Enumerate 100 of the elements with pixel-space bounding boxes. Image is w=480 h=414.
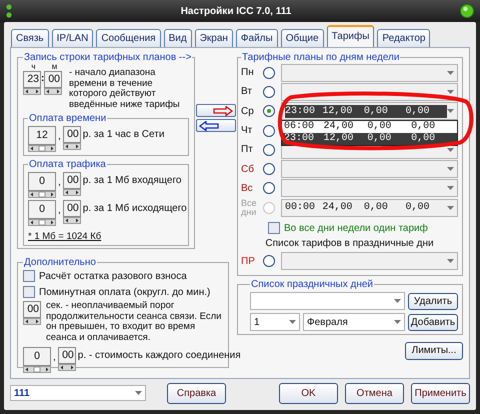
spin-arrows-icon [62,143,81,150]
move-left-button[interactable] [196,119,236,132]
radio-button[interactable] [263,124,275,137]
group-title: Список праздничных дней [250,279,374,290]
spin-arrows-icon [44,88,62,95]
group-title: Дополнительно [23,257,97,268]
hours-field[interactable]: 23 [23,71,41,88]
day-label: Ср [241,106,255,116]
spin-arrows-icon [28,219,56,226]
tariff-value: 0,00 [364,202,389,214]
tab[interactable]: Экран [194,29,233,47]
day-label: Пн [241,68,255,78]
checkbox-label: Расчёт остатка разового взноса [39,270,187,282]
traffic-rubles-field[interactable]: 0 [28,172,56,191]
dropdown-item[interactable]: 06:00 24,00 0,00 0,00 [282,121,457,134]
dialog-button[interactable]: Применить [411,382,470,404]
cost-rubles-field[interactable]: 0 [23,347,51,366]
comma-separator: , [58,130,61,144]
time-rubles-field[interactable]: 12 [28,126,56,145]
traffic-kopecks-field[interactable]: 00 [62,200,81,217]
day-label: Чт [241,126,254,136]
group-title: Оплата трафика [28,159,107,170]
radio-button[interactable] [263,86,275,98]
spin-arrows-icon [28,145,56,152]
tab[interactable]: Тарифы [326,25,374,47]
traffic-kopecks-field[interactable]: 00 [62,172,81,189]
delete-button[interactable]: Удалить [408,292,458,310]
radio-button[interactable] [263,163,275,176]
group-title: Запись строки тарифных планов --> [23,52,192,63]
day-label: Вс [241,184,254,193]
tab[interactable]: Общие [280,29,324,47]
field-label: р. - стоимость каждого соединения [78,349,241,363]
radio-button[interactable] [263,105,275,118]
comma-separator: , [53,351,56,365]
tab[interactable]: Связь [11,29,49,47]
limits-button[interactable]: Лимиты... [405,342,463,360]
day-value: 1 [254,316,260,328]
tab[interactable]: Редактор [377,29,430,47]
dropdown-arrow-icon [447,148,454,152]
dropdown-arrow-icon [447,206,454,210]
hour-label: ч [30,63,37,71]
month-value: Февраля [307,316,348,328]
tariff-value: 0,00 [364,104,406,118]
dropdown-arrow-icon [289,320,296,324]
dropdown-arrow-icon [394,299,401,303]
radio-button[interactable] [263,66,275,79]
checkbox-label: Поминутная оплата (округл. до мин.) [39,286,210,298]
month-dropdown[interactable]: Февраля [303,313,405,331]
dropdown-arrow-icon [447,259,454,264]
day-label: Сб [241,164,255,174]
group-title: Тарифные планы по дням недели [241,52,400,63]
radio-button[interactable] [263,182,275,194]
help-button[interactable]: Справка [167,382,226,404]
profile-dropdown[interactable]: 111 [10,385,146,401]
threshold-text: сек. - неоплачиваемый порог продолжительности сеанса связи. Если он превышен, то входит во время сеанса и оплачивается. [46,301,222,343]
holiday-caption: Список тарифов в праздничные дни [264,237,435,252]
tariff-value: 12,00 [322,104,364,118]
tab[interactable]: Сообщения [96,29,161,47]
day-dropdown[interactable]: 1 [250,313,300,331]
tab[interactable]: IP/LAN [52,29,94,47]
seconds-field[interactable]: 00 [23,301,41,318]
dropdown-arrow-icon [447,167,454,172]
right-arrow-icon [213,106,233,116]
tariff-dropdown[interactable]: 23:00 12,00 0,00 0,00 [281,102,458,120]
cost-kopecks-field[interactable]: 00 [58,347,76,364]
holiday-label: ПР [241,256,256,266]
checkbox[interactable] [268,222,280,234]
radio-button[interactable] [263,144,275,156]
move-right-button[interactable] [196,104,236,117]
spin-arrows-icon [23,366,51,373]
field-label: р. за 1 Мб исходящего [82,202,187,216]
add-button[interactable]: Добавить [408,314,458,330]
checkbox[interactable] [23,270,35,282]
tariff-value: 0,00 [405,202,430,214]
dropdown-arrow-icon [135,391,142,395]
tariff-value: 24,00 [322,202,354,214]
checkbox[interactable] [23,286,35,298]
spin-arrows-icon [62,217,81,224]
tab[interactable]: Файлы [236,29,278,47]
tab[interactable]: Вид [164,29,192,47]
status-light-icon [460,4,474,18]
day-label: Все дни [241,198,258,217]
description-text: - начало диапазона времени в течение которого действуют введённые ниже тарифы [69,66,181,110]
radio-button[interactable] [263,255,275,268]
dropdown-item[interactable]: 23:00 12,00 0,00 0,00 [282,133,457,146]
spin-arrows-icon [58,364,76,371]
minute-label: м [50,63,58,71]
spin-arrows-icon [23,318,41,325]
traffic-rubles-field[interactable]: 0 [28,200,56,219]
group-title: Оплата времени [28,113,108,124]
time-kopecks-field[interactable]: 00 [62,126,81,143]
dialog-button[interactable]: OK [279,382,338,404]
profile-value: 111 [14,388,30,398]
minutes-field[interactable]: 00 [44,71,62,88]
dialog-button[interactable]: Отмена [345,382,404,404]
spin-arrows-icon [23,88,41,95]
spin-arrows-icon [62,189,81,196]
tariff-dropdown[interactable]: 00:00 24,00 0,00 0,00 [281,198,458,217]
dropdown-arrow-icon [447,109,454,114]
left-arrow-icon [199,120,219,130]
